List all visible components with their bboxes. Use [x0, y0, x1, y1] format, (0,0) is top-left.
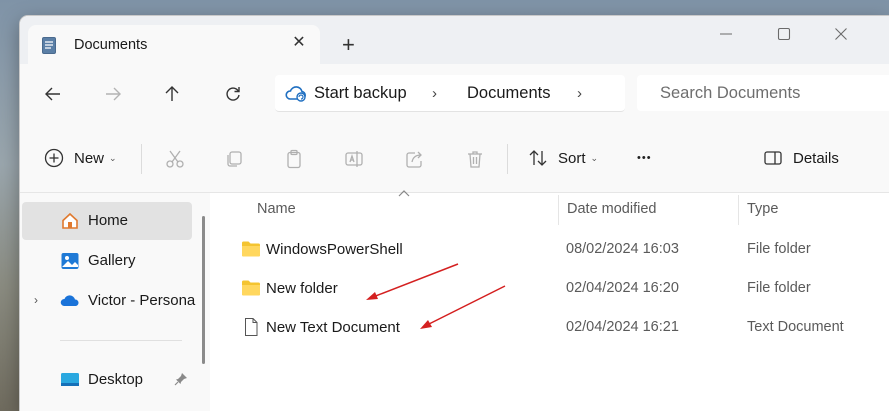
sidebar-label: Gallery	[88, 252, 136, 269]
table-row[interactable]: New Text Document 02/04/2024 16:21 Text …	[215, 309, 889, 345]
breadcrumb-chevron[interactable]: ›	[432, 85, 437, 102]
breadcrumb-documents[interactable]: Documents	[467, 84, 550, 103]
arrow-up-icon	[165, 86, 179, 101]
close-window-button[interactable]	[818, 22, 864, 46]
back-button[interactable]	[40, 81, 66, 107]
minimize-icon	[720, 33, 732, 35]
refresh-icon	[226, 87, 240, 101]
search-input[interactable]: Search Documents	[660, 84, 800, 103]
sidebar-label: Home	[88, 212, 129, 229]
up-button[interactable]	[159, 81, 185, 107]
sort-ascending-icon	[398, 190, 410, 197]
toolbar-divider	[141, 144, 142, 174]
sidebar-scrollbar[interactable]	[202, 216, 205, 364]
home-icon	[62, 212, 78, 229]
table-row[interactable]: New folder 02/04/2024 16:20 File folder	[215, 270, 889, 306]
cut-button[interactable]	[164, 148, 186, 170]
title-bar: Documents ✕ +	[20, 16, 889, 64]
gallery-icon	[61, 253, 79, 269]
sidebar-item-onedrive[interactable]: › Victor - Persona	[22, 282, 196, 320]
file-name: WindowsPowerShell	[266, 241, 403, 258]
onedrive-icon	[60, 295, 79, 306]
copy-icon	[227, 151, 242, 167]
paste-button[interactable]	[283, 148, 305, 170]
new-button[interactable]: New ⌄	[44, 148, 117, 168]
file-name: New Text Document	[266, 319, 400, 336]
rename-button[interactable]	[343, 148, 365, 170]
desktop-icon	[61, 373, 79, 386]
new-label: New	[74, 149, 105, 167]
text-document-icon	[245, 318, 258, 336]
address-bar[interactable]: Start backup › Documents ›	[275, 75, 625, 112]
file-type: File folder	[747, 241, 811, 257]
table-row[interactable]: WindowsPowerShell 08/02/2024 16:03 File …	[215, 231, 889, 267]
navigation-bar: Start backup › Documents › Search Docume…	[20, 64, 889, 122]
sidebar-label: Victor - Persona	[88, 292, 196, 309]
refresh-button[interactable]	[220, 81, 246, 107]
maximize-button[interactable]	[761, 22, 807, 46]
plus-circle-icon	[44, 148, 64, 168]
arrow-left-icon	[45, 87, 60, 101]
cloud-backup-icon	[285, 86, 306, 102]
forward-button[interactable]	[100, 81, 126, 107]
clipboard-icon	[287, 149, 301, 169]
column-separator[interactable]	[738, 195, 739, 225]
file-name: New folder	[266, 280, 338, 297]
rename-icon	[345, 151, 363, 167]
details-pane-icon	[764, 151, 782, 165]
file-type: File folder	[747, 280, 811, 296]
tab-documents[interactable]: Documents ✕	[28, 25, 320, 64]
chevron-down-icon: ⌄	[590, 152, 599, 163]
document-icon	[42, 37, 56, 54]
column-separator[interactable]	[558, 195, 559, 225]
sidebar-item-desktop[interactable]: Desktop	[22, 361, 192, 399]
sort-button[interactable]: Sort ⌄	[528, 148, 598, 168]
close-icon	[835, 28, 847, 40]
file-date: 02/04/2024 16:20	[566, 280, 679, 296]
start-backup-link[interactable]: Start backup	[314, 84, 407, 103]
file-date: 02/04/2024 16:21	[566, 319, 679, 335]
sidebar-item-gallery[interactable]: Gallery	[22, 242, 192, 280]
close-tab-icon[interactable]: ✕	[290, 34, 308, 52]
sidebar-label: Desktop	[88, 371, 144, 388]
sort-arrows-icon	[529, 150, 547, 166]
copy-button[interactable]	[223, 148, 245, 170]
chevron-down-icon: ⌄	[109, 152, 117, 163]
navigation-pane: Home Gallery › Victor - Persona Desktop	[20, 193, 210, 411]
file-date: 08/02/2024 16:03	[566, 241, 679, 257]
details-label: Details	[793, 149, 839, 167]
folder-icon	[242, 280, 260, 296]
command-bar: New ⌄ Sort ⌄ ••• Details	[20, 122, 889, 193]
more-options-button[interactable]: •••	[637, 152, 652, 164]
minimize-button[interactable]	[703, 22, 749, 46]
new-tab-button[interactable]: +	[342, 34, 355, 56]
file-list: Name Date modified Type WindowsPowerShel…	[215, 190, 889, 411]
toolbar-divider	[507, 144, 508, 174]
share-button[interactable]	[404, 148, 426, 170]
tab-title: Documents	[74, 37, 148, 53]
column-header-type[interactable]: Type	[747, 201, 778, 217]
column-header-name[interactable]: Name	[257, 201, 296, 217]
chevron-right-icon[interactable]: ›	[34, 293, 38, 307]
file-type: Text Document	[747, 319, 844, 335]
delete-button[interactable]	[464, 148, 486, 170]
file-explorer-window: Documents ✕ + Start backup › Documents ›…	[20, 16, 889, 411]
sidebar-divider	[60, 340, 182, 341]
arrow-right-icon	[106, 87, 121, 101]
maximize-icon	[777, 27, 791, 41]
folder-icon	[242, 241, 260, 257]
pin-icon[interactable]	[174, 372, 188, 386]
share-icon	[406, 151, 422, 168]
breadcrumb-chevron[interactable]: ›	[577, 85, 582, 102]
sidebar-item-home[interactable]: Home	[22, 202, 192, 240]
search-box[interactable]: Search Documents	[637, 75, 889, 111]
details-button[interactable]: Details	[763, 148, 839, 168]
column-header-date[interactable]: Date modified	[567, 201, 656, 217]
scissors-icon	[166, 150, 184, 168]
sort-label: Sort	[558, 149, 586, 167]
trash-icon	[468, 151, 482, 168]
